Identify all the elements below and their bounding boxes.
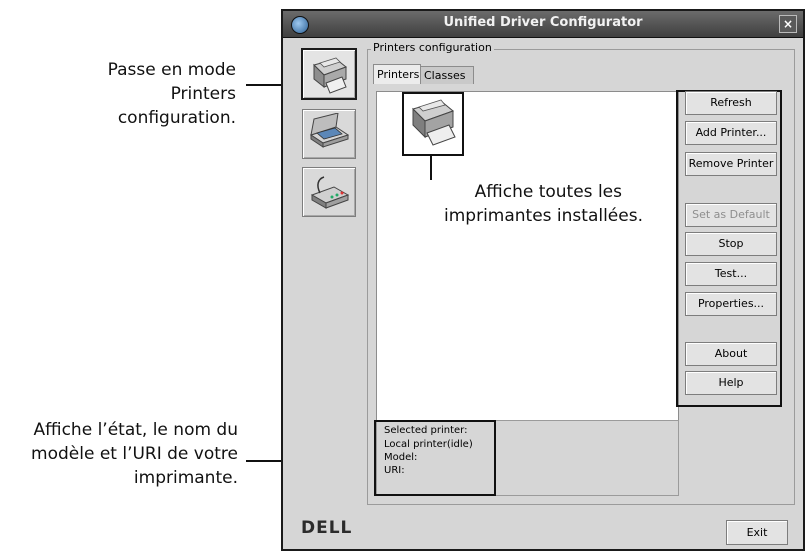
dell-logo: DELL <box>301 518 353 538</box>
sidebar-item-printers[interactable] <box>301 48 357 100</box>
callout-status-line3: imprimante. <box>133 468 238 488</box>
selected-printer-label: Selected printer: <box>384 425 468 436</box>
callout-printers-mode-line2: configuration. <box>117 108 236 128</box>
selected-printer-model: Model: <box>384 452 418 463</box>
callout-printers-mode-line1: Passe en mode Printers <box>107 60 236 104</box>
printer-list[interactable]: Affiche toutes les imprimantes installée… <box>376 91 679 421</box>
callout-installed-line <box>430 155 432 180</box>
add-printer-button[interactable]: Add Printer... <box>685 121 777 145</box>
installed-printer-item[interactable] <box>402 92 464 156</box>
app-window: Unified Driver Configurator × Printers c… <box>281 9 805 551</box>
stop-button[interactable]: Stop <box>685 232 777 256</box>
sidebar-item-scanners[interactable] <box>302 109 356 159</box>
callout-status-line2: modèle et l’URI de votre <box>31 444 238 464</box>
callout-installed: Affiche toutes les imprimantes installée… <box>377 180 677 228</box>
callout-status: Affiche l’état, le nom du modèle et l’UR… <box>2 418 238 490</box>
selected-printer-status: Local printer(idle) <box>384 439 473 450</box>
properties-button[interactable]: Properties... <box>685 292 777 316</box>
tab-printers[interactable]: Printers <box>373 64 421 84</box>
refresh-button[interactable]: Refresh <box>685 91 777 115</box>
callout-status-line1: Affiche l’état, le nom du <box>33 420 238 440</box>
set-as-default-button[interactable]: Set as Default <box>685 203 777 227</box>
title-bar: Unified Driver Configurator × <box>283 11 803 38</box>
callout-installed-line1: Affiche toutes les <box>474 182 622 202</box>
close-icon[interactable]: × <box>779 15 797 33</box>
exit-button[interactable]: Exit <box>726 520 788 545</box>
sidebar-item-ports[interactable] <box>302 167 356 217</box>
selected-printer-uri: URI: <box>384 465 405 476</box>
tab-classes[interactable]: Classes <box>420 66 474 84</box>
help-button[interactable]: Help <box>685 371 777 395</box>
printers-config-title: Printers configuration <box>371 41 494 54</box>
scanner-icon <box>309 113 350 148</box>
printer-icon <box>412 99 456 146</box>
about-button[interactable]: About <box>685 342 777 366</box>
window-title: Unified Driver Configurator <box>443 15 643 30</box>
callout-installed-line2: imprimantes installées. <box>444 206 643 226</box>
printer-icon <box>313 57 348 94</box>
callout-printers-mode: Passe en mode Printers configuration. <box>40 58 236 130</box>
test-button[interactable]: Test... <box>685 262 777 286</box>
remove-printer-button[interactable]: Remove Printer <box>685 152 777 176</box>
port-icon <box>310 176 350 209</box>
